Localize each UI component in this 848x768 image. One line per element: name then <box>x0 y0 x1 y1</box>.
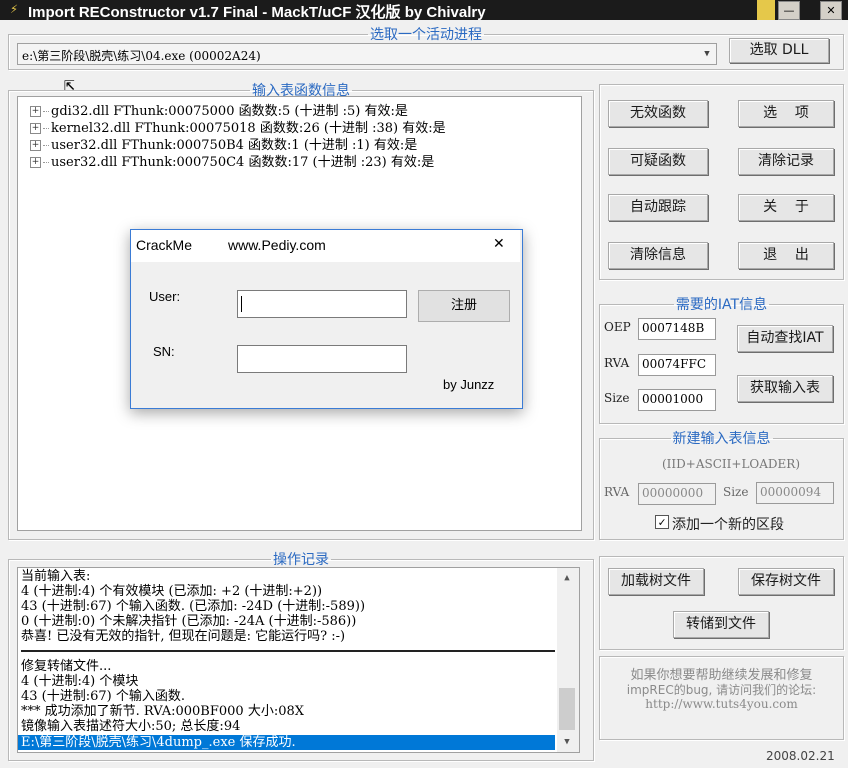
minimize-button[interactable]: — <box>778 1 800 20</box>
tree-item[interactable]: + user32.dll FThunk:000750B4 函数数:1 (十进制 :… <box>30 134 417 153</box>
log-line: 修复转储文件... <box>21 659 112 674</box>
process-select[interactable]: e:\第三阶段\脱壳\练习\04.exe (00002A24) ▼ <box>17 43 717 65</box>
log-line: 43 (十进制:67) 个输入函数. (已添加: -24D (十进制:-589)… <box>21 599 366 614</box>
add-section-label[interactable]: 添加一个新的区段 <box>672 514 784 534</box>
register-button[interactable]: 注册 <box>418 290 510 322</box>
log-line: 0 (十进制:0) 个未解决指针 (已添加: -24A (十进制:-586)) <box>21 614 357 629</box>
selected-process: e:\第三阶段\脱壳\练习\04.exe (00002A24) <box>22 49 261 63</box>
expand-icon[interactable]: + <box>30 106 41 117</box>
dialog-title: CrackMe <box>136 237 193 253</box>
new-rva-label: RVA <box>604 485 630 499</box>
process-group-legend: 选取一个活动进程 <box>370 27 482 43</box>
log-line: 43 (十进制:67) 个输入函数. <box>21 689 186 704</box>
title-bar: ⚡ Import REConstructor v1.7 Final - Mack… <box>0 0 848 21</box>
tree-item[interactable]: + user32.dll FThunk:000750C4 函数数:17 (十进制 … <box>30 151 434 170</box>
info-line-2: impREC的bug, 请访问我们的论坛: <box>626 683 817 697</box>
dialog-author: by Junzz <box>443 377 495 392</box>
tray-icon <box>757 0 775 20</box>
new-size-label: Size <box>723 485 749 499</box>
forum-url[interactable]: http://www.tuts4you.com <box>600 697 843 711</box>
scroll-down-icon[interactable]: ▼ <box>557 732 577 752</box>
log-line-selected: E:\第三阶段\脱壳\练习\4dump_.exe 保存成功. <box>21 735 296 750</box>
window-title: Import REConstructor v1.7 Final - MackT/… <box>28 4 486 21</box>
log-list[interactable]: 当前输入表: 4 (十进制:4) 个有效模块 (已添加: +2 (十进制:+2)… <box>17 567 580 753</box>
new-import-group-legend: 新建输入表信息 <box>672 431 771 447</box>
pick-dll-button[interactable]: 选取 DLL <box>729 38 829 63</box>
add-section-checkbox[interactable]: ✓ <box>655 515 669 529</box>
log-separator <box>21 650 555 652</box>
dialog-close-icon[interactable]: ✕ <box>493 236 505 252</box>
about-button[interactable]: 关 于 <box>738 194 834 221</box>
app-icon: ⚡ <box>10 2 18 17</box>
tree-item[interactable]: + kernel32.dll FThunk:00075018 函数数:26 (十进… <box>30 117 446 136</box>
dump-to-file-button[interactable]: 转储到文件 <box>673 611 769 638</box>
iat-group-legend: 需要的IAT信息 <box>675 297 768 313</box>
save-tree-button[interactable]: 保存树文件 <box>738 568 834 595</box>
log-line: 4 (十进制:4) 个模块 <box>21 674 139 689</box>
clear-info-button[interactable]: 清除信息 <box>608 242 708 269</box>
load-tree-button[interactable]: 加载树文件 <box>608 568 704 595</box>
exit-button[interactable]: 退 出 <box>738 242 834 269</box>
clear-log-button[interactable]: 清除记录 <box>738 148 834 175</box>
oep-field[interactable]: 0007148B <box>638 318 716 340</box>
scroll-up-icon[interactable]: ▲ <box>557 568 577 588</box>
scroll-thumb[interactable] <box>559 688 575 730</box>
close-button[interactable]: ✕ <box>820 1 842 20</box>
log-line: 4 (十进制:4) 个有效模块 (已添加: +2 (十进制:+2)) <box>21 584 323 599</box>
new-size-field: 00000094 <box>756 482 834 504</box>
expand-icon[interactable]: + <box>30 140 41 151</box>
expand-icon[interactable]: + <box>30 123 41 134</box>
log-line: *** 成功添加了新节. RVA:000BF000 大小:08X <box>21 704 305 719</box>
auto-find-iat-button[interactable]: 自动查找IAT <box>737 325 833 352</box>
get-imports-button[interactable]: 获取输入表 <box>737 375 833 402</box>
log-line: 镜像输入表描述符大小:50; 总长度:94 <box>21 719 241 734</box>
user-label: User: <box>149 289 181 304</box>
log-line: 当前输入表: <box>21 569 91 584</box>
suspect-funcs-button[interactable]: 可疑函数 <box>608 148 708 175</box>
date-label: 2008.02.21 <box>766 749 835 763</box>
size-field[interactable]: 00001000 <box>638 389 716 411</box>
dialog-site: www.Pediy.com <box>228 237 326 253</box>
text-caret <box>241 296 242 312</box>
size-label: Size <box>604 391 630 405</box>
options-button[interactable]: 选 项 <box>738 100 834 127</box>
tree-item[interactable]: + gdi32.dll FThunk:00075000 函数数:5 (十进制 :5… <box>30 100 408 119</box>
sn-label: SN: <box>153 344 175 359</box>
dialog-title-bar: CrackMe www.Pediy.com ✕ <box>131 230 520 262</box>
rva-label: RVA <box>604 356 630 370</box>
new-rva-field: 00000000 <box>638 483 716 505</box>
log-line: 恭喜! 已没有无效的指针, 但现在问题是: 它能运行吗? :-) <box>21 629 346 644</box>
iat-group: 需要的IAT信息 <box>599 294 844 424</box>
log-scrollbar[interactable]: ▲ ▼ <box>557 568 579 752</box>
chevron-down-icon[interactable]: ▼ <box>698 44 716 64</box>
log-selected-row[interactable]: E:\第三阶段\脱壳\练习\4dump_.exe 保存成功. <box>18 735 555 750</box>
rva-field[interactable]: 00074FFC <box>638 354 716 376</box>
sn-input[interactable] <box>237 345 407 373</box>
crackme-dialog: CrackMe www.Pediy.com ✕ User: 注册 SN: by … <box>130 229 523 409</box>
expand-icon[interactable]: + <box>30 157 41 168</box>
log-group-legend: 操作记录 <box>273 552 329 568</box>
user-input[interactable] <box>237 290 407 318</box>
invalid-funcs-button[interactable]: 无效函数 <box>608 100 708 127</box>
oep-label: OEP <box>604 320 631 334</box>
auto-trace-button[interactable]: 自动跟踪 <box>608 194 708 221</box>
iid-formula: (IID+ASCII+LOADER) <box>662 457 801 471</box>
